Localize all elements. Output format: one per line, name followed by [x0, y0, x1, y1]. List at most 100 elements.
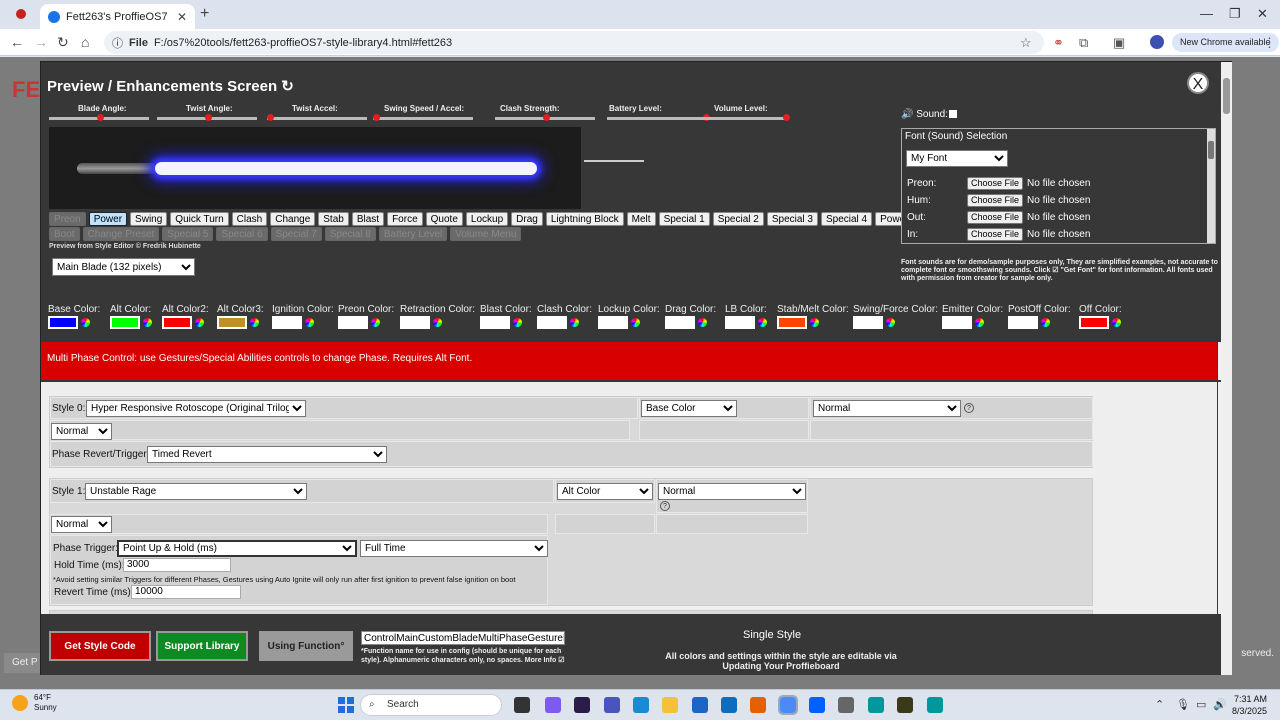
- color-wheel-icon[interactable]: [305, 318, 314, 327]
- effect-button[interactable]: Swing: [130, 212, 168, 226]
- effect-button[interactable]: Quick Turn: [170, 212, 229, 226]
- color-wheel-icon[interactable]: [433, 318, 442, 327]
- color-wheel-icon[interactable]: [81, 318, 90, 327]
- color-wheel-icon[interactable]: [1112, 318, 1121, 327]
- address-bar[interactable]: ⓘ File F:/os7%20tools/fett263-proffieOS7…: [104, 31, 1044, 54]
- extension-icon[interactable]: ⚭: [1053, 35, 1064, 51]
- color-swatch[interactable]: [665, 316, 695, 329]
- modal-scrollbar[interactable]: [1221, 62, 1232, 675]
- color-wheel-icon[interactable]: [975, 318, 984, 327]
- weather-widget[interactable]: 64°F Sunny: [12, 693, 57, 713]
- profile-avatar[interactable]: [1150, 35, 1164, 49]
- color-swatch[interactable]: [1079, 316, 1109, 329]
- effect-button[interactable]: Special 4: [820, 212, 873, 226]
- start-button-icon[interactable]: [338, 697, 354, 713]
- firefox-icon[interactable]: [750, 697, 766, 713]
- color-swatch[interactable]: [777, 316, 807, 329]
- color-swatch[interactable]: [400, 316, 430, 329]
- maximize-icon[interactable]: ❐: [1229, 6, 1241, 22]
- window-close-icon[interactable]: ✕: [1257, 6, 1268, 22]
- help-icon[interactable]: ?: [964, 403, 974, 413]
- color-wheel-icon[interactable]: [513, 318, 522, 327]
- volume-icon[interactable]: 🔊: [1213, 698, 1227, 711]
- color-wheel-icon[interactable]: [758, 318, 767, 327]
- style-1-submode-select[interactable]: Normal: [51, 516, 112, 533]
- effect-button-disabled[interactable]: Boot: [49, 227, 80, 241]
- new-tab-icon[interactable]: +: [200, 5, 209, 23]
- arduino-ide-icon[interactable]: [927, 697, 943, 713]
- color-wheel-icon[interactable]: [250, 318, 259, 327]
- color-wheel-icon[interactable]: [810, 318, 819, 327]
- color-swatch[interactable]: [48, 316, 78, 329]
- color-swatch[interactable]: [1008, 316, 1038, 329]
- effect-button[interactable]: Melt: [626, 212, 656, 226]
- chrome-icon[interactable]: [778, 695, 798, 715]
- effect-button[interactable]: Special 3: [766, 212, 818, 226]
- color-swatch[interactable]: [537, 316, 567, 329]
- style-0-select[interactable]: Hyper Responsive Rotoscope (Original Tri…: [86, 400, 306, 417]
- home-icon[interactable]: ⌂: [81, 34, 89, 50]
- effect-button-disabled[interactable]: Battery Level: [378, 227, 448, 241]
- font-select[interactable]: My Font: [906, 150, 1008, 167]
- calculator-icon[interactable]: [838, 697, 854, 713]
- color-swatch[interactable]: [217, 316, 247, 329]
- style-0-mode-select[interactable]: Normal: [813, 400, 961, 417]
- color-swatch[interactable]: [725, 316, 755, 329]
- color-wheel-icon[interactable]: [886, 318, 895, 327]
- effect-button[interactable]: Lockup: [465, 212, 509, 226]
- choose-file-button[interactable]: Choose File: [967, 228, 1024, 241]
- tab-close-icon[interactable]: ✕: [177, 10, 187, 24]
- menu-kebab-icon[interactable]: ⋮: [1263, 35, 1276, 51]
- style-1-mode-select[interactable]: Normal: [658, 483, 806, 500]
- file-explorer-icon[interactable]: [662, 697, 678, 713]
- slider-thumb[interactable]: [205, 114, 212, 121]
- effect-button[interactable]: Clash: [231, 212, 268, 226]
- effect-button[interactable]: Quote: [425, 212, 463, 226]
- dreamweaver-icon[interactable]: [574, 697, 590, 713]
- style-1-timing-select[interactable]: Full Time: [360, 540, 548, 557]
- color-wheel-icon[interactable]: [698, 318, 707, 327]
- reload-icon[interactable]: ↻: [57, 34, 69, 51]
- color-swatch[interactable]: [480, 316, 510, 329]
- effect-button[interactable]: Drag: [511, 212, 543, 226]
- style-1-select[interactable]: Unstable Rage: [85, 483, 307, 500]
- color-swatch[interactable]: [598, 316, 628, 329]
- arduino-icon[interactable]: [868, 697, 884, 713]
- color-wheel-icon[interactable]: [1041, 318, 1050, 327]
- color-wheel-icon[interactable]: [195, 318, 204, 327]
- slider-thumb[interactable]: [97, 114, 104, 121]
- task-view-icon[interactable]: [514, 697, 530, 713]
- function-name-input[interactable]: ControlMainCustomBladeMultiPhaseGestureB…: [361, 631, 565, 645]
- store-icon[interactable]: [692, 697, 708, 713]
- network-icon[interactable]: ▭: [1196, 698, 1206, 711]
- color-wheel-icon[interactable]: [371, 318, 380, 327]
- tray-chevron-icon[interactable]: ⌃: [1155, 698, 1164, 711]
- teams-icon[interactable]: [604, 697, 620, 713]
- terminal-icon[interactable]: [897, 697, 913, 713]
- choose-file-button[interactable]: Choose File: [967, 211, 1024, 224]
- tab-search-icon[interactable]: ▣: [1113, 35, 1125, 51]
- modal-close-button[interactable]: X: [1187, 72, 1209, 94]
- effect-button-disabled[interactable]: Special 6: [216, 227, 268, 241]
- browser-tab[interactable]: Fett263's ProffieOS7 Style Libra ✕: [40, 4, 195, 29]
- color-wheel-icon[interactable]: [143, 318, 152, 327]
- choose-file-button[interactable]: Choose File: [967, 177, 1024, 190]
- slider-track[interactable]: [267, 117, 367, 120]
- color-wheel-icon[interactable]: [570, 318, 579, 327]
- style-0-color-select[interactable]: Base Color: [641, 400, 737, 417]
- style-1-color-select[interactable]: Alt Color: [557, 483, 653, 500]
- color-swatch[interactable]: [853, 316, 883, 329]
- outlook-icon[interactable]: [721, 697, 737, 713]
- slider-thumb[interactable]: [373, 114, 380, 121]
- back-icon[interactable]: ←: [10, 34, 24, 50]
- get-style-code-button[interactable]: Get Style Code: [49, 631, 151, 661]
- slider-thumb[interactable]: [783, 114, 790, 121]
- dropbox-icon[interactable]: [809, 697, 825, 713]
- style-1-trigger-select[interactable]: Point Up & Hold (ms): [117, 540, 357, 557]
- choose-file-button[interactable]: Choose File: [967, 194, 1024, 207]
- puzzle-icon[interactable]: ⧉: [1079, 35, 1088, 51]
- minimize-icon[interactable]: —: [1200, 6, 1213, 21]
- copilot-icon[interactable]: [545, 697, 561, 713]
- slider-track[interactable]: [687, 117, 787, 120]
- effect-button[interactable]: Preon: [49, 212, 86, 226]
